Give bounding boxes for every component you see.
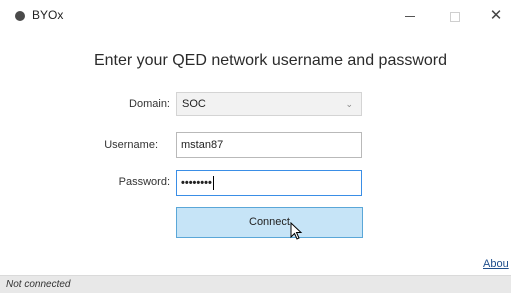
connection-status: Not connected xyxy=(6,279,71,290)
chevron-down-icon: ⌄ xyxy=(345,99,353,109)
maximize-button[interactable] xyxy=(442,5,468,27)
domain-label: Domain: xyxy=(129,98,170,110)
text-caret xyxy=(212,176,214,191)
maximize-icon xyxy=(450,11,460,22)
minimize-button[interactable] xyxy=(397,5,423,27)
username-value: mstan87 xyxy=(181,139,224,151)
username-field[interactable]: mstan87 xyxy=(176,132,362,158)
domain-select[interactable]: SOC ⌄ xyxy=(176,92,362,116)
page-heading: Enter your QED network username and pass… xyxy=(93,52,448,69)
close-icon: ✕ xyxy=(489,7,503,24)
app-window: BYOx ✕ Enter your QED network username a… xyxy=(0,0,511,293)
mouse-pointer-icon xyxy=(290,222,303,240)
close-button[interactable]: ✕ xyxy=(483,5,509,27)
password-field[interactable]: •••••••• xyxy=(176,170,362,196)
username-label: Username: xyxy=(104,139,158,151)
domain-selected-value: SOC xyxy=(182,98,206,110)
minimize-icon xyxy=(405,16,415,18)
status-bar: Not connected xyxy=(0,275,511,293)
connect-button[interactable]: Connect xyxy=(176,207,363,238)
window-title: BYOx xyxy=(32,8,64,22)
password-label: Password: xyxy=(118,176,170,188)
app-icon xyxy=(15,11,25,21)
password-masked-value: •••••••• xyxy=(181,177,212,190)
about-link[interactable]: Abou xyxy=(483,258,509,270)
title-bar[interactable]: BYOx ✕ xyxy=(0,0,511,32)
